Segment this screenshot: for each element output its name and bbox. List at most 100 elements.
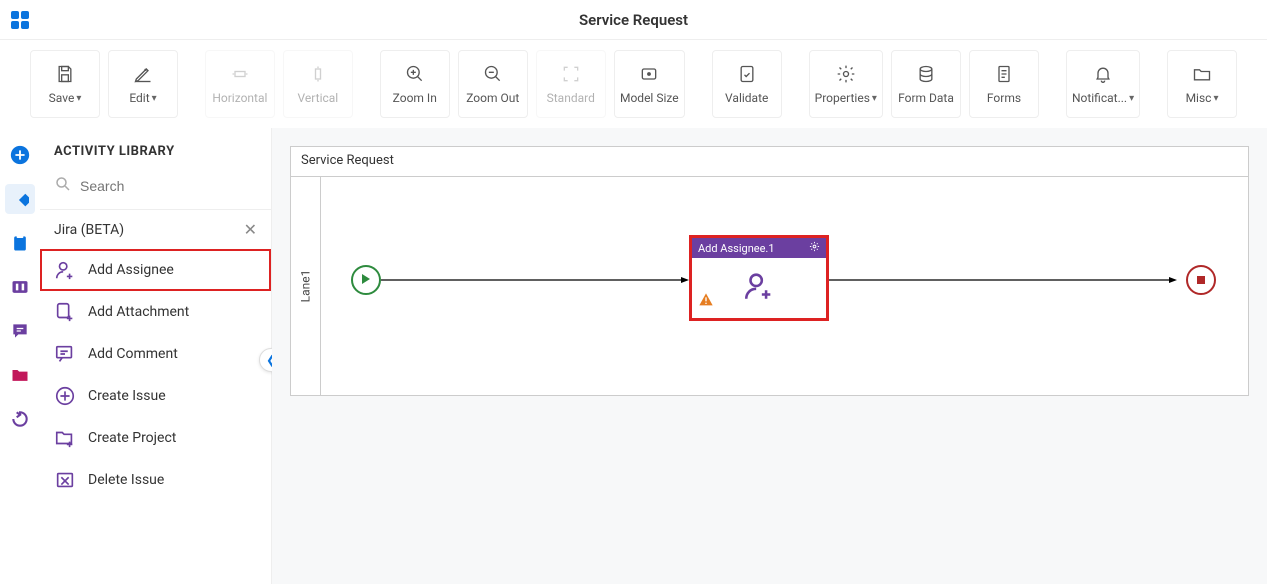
search-input[interactable] (80, 178, 257, 194)
gear-icon[interactable] (809, 241, 820, 255)
library-item-add-comment[interactable]: Add Comment (40, 333, 271, 375)
flow-body[interactable]: Add Assignee.1 (321, 177, 1248, 395)
connector-arrow (381, 277, 689, 285)
save-label: Save (49, 91, 75, 105)
attachment-plus-icon (54, 301, 76, 323)
chevron-down-icon: ▾ (76, 93, 81, 104)
rail-folder-button[interactable] (5, 360, 35, 390)
zoom-out-label: Zoom Out (466, 91, 519, 105)
lane-label: Lane1 (299, 270, 313, 303)
model-size-label: Model Size (620, 91, 679, 105)
library-item-create-project[interactable]: Create Project (40, 417, 271, 459)
chevron-down-icon: ▾ (1213, 93, 1218, 104)
activity-library-sidebar: ACTIVITY LIBRARY Jira (BETA) ✕ Add Assig… (40, 128, 272, 584)
activity-title: Add Assignee.1 (698, 242, 775, 255)
comment-icon (54, 343, 76, 365)
misc-label: Misc (1186, 91, 1212, 105)
process-title: Service Request (291, 147, 1248, 177)
zoom-in-button[interactable]: Zoom In (380, 50, 450, 118)
chevron-down-icon: ▾ (872, 93, 877, 104)
save-button[interactable]: Save▾ (30, 50, 100, 118)
notifications-label: Notificat... (1072, 91, 1127, 105)
properties-label: Properties (815, 91, 870, 105)
sidebar-title: ACTIVITY LIBRARY (40, 128, 271, 169)
chevron-down-icon: ▾ (1129, 93, 1134, 104)
properties-button[interactable]: Properties▾ (809, 50, 883, 118)
plus-circle-icon (54, 385, 76, 407)
start-node[interactable] (351, 265, 381, 295)
model-size-button[interactable]: Model Size (614, 50, 685, 118)
stop-icon (1197, 273, 1205, 288)
notifications-button[interactable]: Notificat...▾ (1066, 50, 1140, 118)
standard-button: Standard (536, 50, 606, 118)
align-vertical-icon (307, 63, 329, 85)
left-rail (0, 128, 40, 584)
form-data-button[interactable]: Form Data (891, 50, 961, 118)
delete-icon (54, 469, 76, 491)
canvas-area[interactable]: Service Request Lane1 Add Assignee.1 (272, 128, 1267, 584)
group-label: Jira (BETA) (54, 222, 124, 238)
vertical-button: Vertical (283, 50, 353, 118)
library-group-header[interactable]: Jira (BETA) ✕ (40, 209, 271, 249)
rail-lanes-button[interactable] (5, 272, 35, 302)
app-grid-icon[interactable] (0, 0, 40, 40)
library-item-create-issue[interactable]: Create Issue (40, 375, 271, 417)
validate-label: Validate (725, 91, 768, 105)
search-icon (54, 175, 72, 197)
library-item-label: Create Issue (88, 388, 166, 404)
zoom-in-label: Zoom In (393, 91, 437, 105)
zoom-out-button[interactable]: Zoom Out (458, 50, 528, 118)
chevron-down-icon: ▾ (152, 93, 157, 104)
library-item-delete-issue[interactable]: Delete Issue (40, 459, 271, 501)
library-item-label: Create Project (88, 430, 176, 446)
connector-arrow (829, 277, 1177, 285)
zoom-in-icon (404, 63, 426, 85)
library-item-label: Add Assignee (88, 262, 174, 278)
rail-comment-button[interactable] (5, 316, 35, 346)
activity-node-add-assignee[interactable]: Add Assignee.1 (689, 235, 829, 321)
validate-icon (736, 63, 758, 85)
close-icon[interactable]: ✕ (244, 220, 257, 239)
form-data-label: Form Data (898, 91, 954, 105)
pencil-icon (132, 63, 154, 85)
lane-header: Lane1 (291, 177, 321, 395)
page-title: Service Request (579, 11, 688, 29)
save-icon (54, 63, 76, 85)
user-plus-icon (54, 259, 76, 281)
zoom-out-icon (482, 63, 504, 85)
bell-icon (1092, 63, 1114, 85)
forms-label: Forms (987, 91, 1021, 105)
process-frame: Service Request Lane1 Add Assignee.1 (290, 146, 1249, 396)
rail-library-button[interactable] (5, 184, 35, 214)
rail-refresh-button[interactable] (5, 404, 35, 434)
forms-icon (993, 63, 1015, 85)
play-icon (361, 273, 371, 288)
forms-button[interactable]: Forms (969, 50, 1039, 118)
edit-label: Edit (129, 91, 149, 105)
toolbar: Save▾ Edit▾ Horizontal Vertical Zoom In … (0, 40, 1267, 128)
rail-clipboard-button[interactable] (5, 228, 35, 258)
validate-button[interactable]: Validate (712, 50, 782, 118)
edit-button[interactable]: Edit▾ (108, 50, 178, 118)
end-node[interactable] (1186, 265, 1216, 295)
library-item-add-assignee[interactable]: Add Assignee (40, 249, 271, 291)
folder-icon (1191, 63, 1213, 85)
gear-icon (835, 63, 857, 85)
warning-icon (698, 292, 714, 312)
align-horizontal-icon (229, 63, 251, 85)
library-item-label: Add Attachment (88, 304, 189, 320)
user-plus-icon (742, 269, 776, 307)
fit-standard-icon (560, 63, 582, 85)
database-icon (915, 63, 937, 85)
horizontal-label: Horizontal (212, 91, 267, 105)
vertical-label: Vertical (298, 91, 339, 105)
model-size-icon (638, 63, 660, 85)
misc-button[interactable]: Misc▾ (1167, 50, 1237, 118)
horizontal-button: Horizontal (205, 50, 275, 118)
folder-plus-icon (54, 427, 76, 449)
library-item-label: Add Comment (88, 346, 178, 362)
standard-label: Standard (547, 91, 595, 105)
library-item-add-attachment[interactable]: Add Attachment (40, 291, 271, 333)
rail-add-button[interactable] (5, 140, 35, 170)
library-item-label: Delete Issue (88, 472, 164, 488)
